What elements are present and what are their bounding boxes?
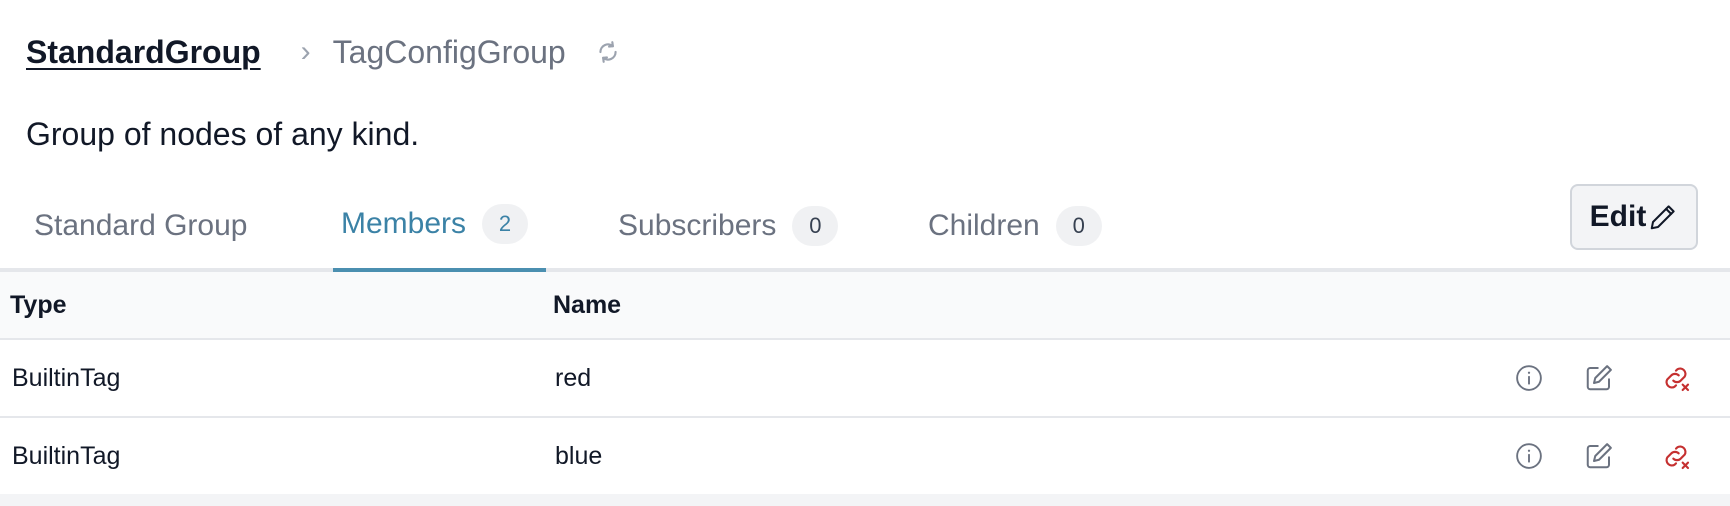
cell-type: BuiltinTag (12, 441, 121, 470)
breadcrumb-separator: › (300, 35, 311, 68)
breadcrumb-parent-link[interactable]: StandardGroup (26, 34, 261, 71)
tab-members[interactable]: Members 2 (333, 180, 546, 272)
unlink-icon[interactable] (1656, 358, 1696, 398)
info-icon[interactable] (1509, 358, 1549, 398)
tab-label: Members (341, 207, 467, 240)
tab-label: Standard Group (34, 209, 248, 242)
table-row: BuiltinTag blue (0, 418, 1730, 496)
edit-icon[interactable] (1579, 358, 1619, 398)
breadcrumb: StandardGroup › TagConfigGroup (26, 28, 622, 76)
tab-standard-group[interactable]: Standard Group (26, 180, 255, 272)
edit-button[interactable]: Edit (1570, 184, 1698, 250)
tab-label: Children (928, 209, 1040, 242)
group-description: Group of nodes of any kind. (26, 116, 420, 152)
refresh-icon[interactable] (594, 38, 622, 66)
tab-subscribers[interactable]: Subscribers 0 (610, 180, 846, 272)
cell-type: BuiltinTag (12, 363, 121, 392)
column-header-type: Type (10, 290, 67, 319)
pencil-icon (1651, 205, 1675, 230)
table-row: BuiltinTag red (0, 340, 1730, 418)
unlink-icon[interactable] (1656, 436, 1696, 476)
cell-name: blue (555, 441, 603, 470)
table-footer (0, 494, 1730, 506)
subscribers-count-badge: 0 (792, 206, 839, 246)
members-table: Type Name BuiltinTag red BuiltinTag blue (0, 272, 1730, 496)
children-count-badge: 0 (1055, 206, 1102, 246)
tab-children[interactable]: Children 0 (920, 180, 1110, 272)
cell-name: red (555, 363, 592, 392)
table-header: Type Name (0, 272, 1730, 340)
tab-bar: Standard Group Members 2 Subscribers 0 C… (0, 180, 1730, 272)
info-icon[interactable] (1509, 436, 1549, 476)
edit-button-label: Edit (1589, 200, 1647, 233)
breadcrumb-current: TagConfigGroup (332, 33, 566, 70)
page: StandardGroup › TagConfigGroup Group of … (0, 0, 1730, 506)
tab-label: Subscribers (618, 209, 777, 242)
edit-icon[interactable] (1579, 436, 1619, 476)
members-count-badge: 2 (482, 204, 529, 244)
column-header-name: Name (553, 290, 622, 319)
